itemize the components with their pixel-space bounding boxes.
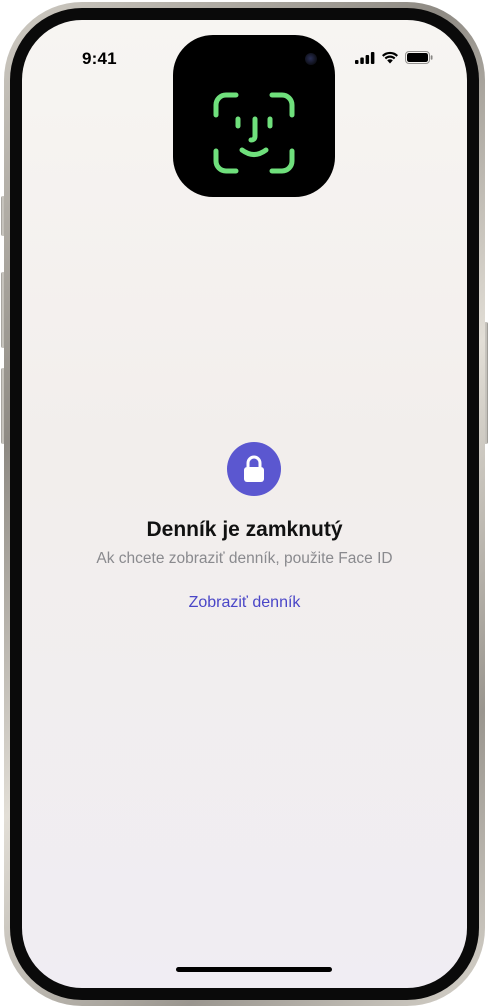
screen: 9:41 Denník je zamknutý Ak chcete zobraz… [22, 20, 467, 988]
lock-badge [227, 442, 281, 496]
phone-bezel: 9:41 Denník je zamknutý Ak chcete zobraz… [10, 8, 479, 1000]
locked-title: Denník je zamknutý [146, 518, 343, 541]
view-journal-button[interactable]: Zobraziť denník [22, 594, 467, 612]
battery-icon [405, 51, 433, 64]
phone-frame: 9:41 Denník je zamknutý Ak chcete zobraz… [4, 2, 485, 1006]
wifi-icon [382, 51, 398, 64]
status-icons [355, 51, 433, 64]
lock-icon [244, 455, 264, 482]
cellular-signal-icon [355, 51, 375, 64]
front-camera [305, 53, 317, 65]
home-indicator[interactable] [176, 967, 332, 972]
status-time: 9:41 [82, 49, 117, 68]
device-stage: 9:41 Denník je zamknutý Ak chcete zobraz… [0, 0, 489, 1008]
face-id-icon [213, 92, 295, 174]
dynamic-island [173, 35, 335, 197]
locked-subtitle: Ak chcete zobraziť denník, použite Face … [96, 550, 393, 567]
